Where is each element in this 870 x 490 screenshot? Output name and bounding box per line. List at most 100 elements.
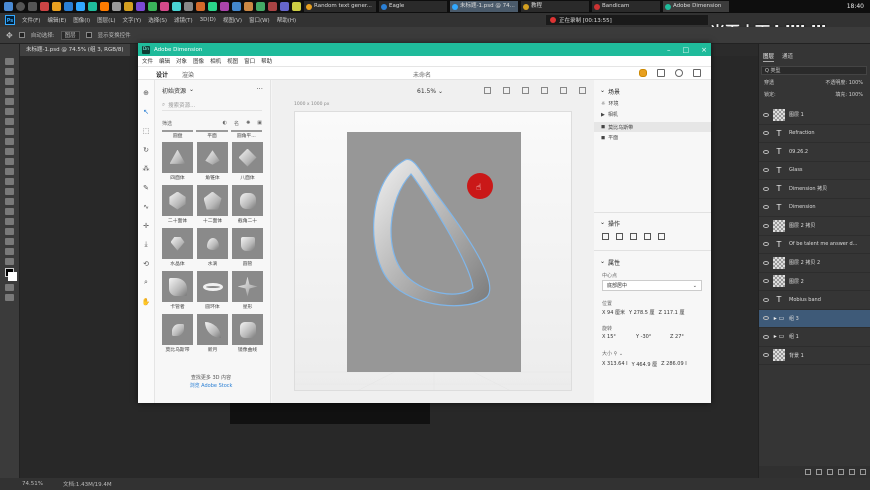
dodge-tool[interactable] [5,188,14,195]
camera-orbit-icon[interactable]: ⟲ [142,259,151,268]
hand-tool[interactable] [5,238,14,245]
dimension-canvas[interactable]: ☝ [294,111,572,391]
eraser-tool[interactable] [5,158,14,165]
drop-to-ground-icon[interactable]: ⤓ [142,240,151,249]
add-mask-icon[interactable] [827,469,833,475]
visibility-eye-icon[interactable] [763,297,769,302]
visibility-eye-icon[interactable] [763,205,769,210]
asset-tile[interactable]: 四面体 [162,142,193,182]
lasso-tool[interactable] [5,78,14,85]
close-icon[interactable]: × [701,46,707,54]
app-icon-9[interactable] [136,2,145,11]
visibility-eye-icon[interactable] [763,223,769,228]
screen-mode-icon[interactable] [5,294,14,301]
minimize-icon[interactable]: – [667,46,671,54]
app-icon-21[interactable] [280,2,289,11]
move-icon[interactable]: ✛ [142,221,151,230]
dn-menu-window[interactable]: 窗口 [244,57,255,65]
position-z[interactable]: Z 117.1 厘 [659,309,685,316]
rotation-y[interactable]: Y -30° [636,334,666,340]
maximize-icon[interactable]: □ [683,46,690,54]
asset-tile[interactable]: 十二面体 [197,185,228,225]
record-icon[interactable] [550,17,556,23]
align-icon[interactable] [503,87,510,94]
asset-tile[interactable]: 水晶体 [162,228,193,268]
show-transform-checkbox[interactable] [85,32,92,38]
more-options-icon[interactable]: ··· [256,85,263,93]
visibility-eye-icon[interactable] [763,279,769,284]
ps-menu-filter[interactable]: 滤镜(T) [174,16,193,24]
pen-tool[interactable] [5,198,14,205]
app-icon-5[interactable] [88,2,97,11]
app-icon-3[interactable] [64,2,73,11]
system-clock[interactable]: 18:40 [847,0,864,13]
taskbar-task-random-text[interactable]: Random text gener... [304,1,376,12]
visibility-eye-icon[interactable] [763,112,769,117]
scene-item-environment[interactable]: ☼ 环境 [601,100,619,108]
orbit-icon[interactable]: ↻ [142,145,151,154]
taskbar-task-tutorial[interactable]: 教程 [521,1,589,12]
position-y[interactable]: Y 278.5 厘 [629,309,655,316]
ps-menu-view[interactable]: 视图(V) [223,16,242,24]
scene-item-mobius[interactable]: ◼ 莫比乌斯带 [594,122,711,132]
app-icon-1[interactable] [40,2,49,11]
app-icon-16[interactable] [220,2,229,11]
eyedropper-tool[interactable] [5,108,14,115]
app-icon-2[interactable] [52,2,61,11]
filter-3d-icon[interactable]: ◐ [223,120,227,127]
app-icon-20[interactable] [268,2,277,11]
asset-tile[interactable]: 二十面体 [162,185,193,225]
size-z[interactable]: Z 286.09 I [661,361,687,368]
asset-rounded-plane[interactable]: 圆角平... [230,130,262,140]
browse-adobe-stock-link[interactable]: 浏览 Adobe Stock [190,382,233,389]
zoom-tool[interactable] [5,248,14,255]
asset-tile[interactable]: 卡管者 [162,271,193,311]
redo-icon[interactable] [541,87,548,94]
layer-row[interactable]: T Refraction [759,125,870,143]
app-icon-13[interactable] [184,2,193,11]
duplicate-icon[interactable] [616,233,623,240]
add-icon[interactable]: ⊕ [142,88,151,97]
layer-row[interactable]: 图层 2 [759,273,870,291]
layer-row[interactable]: T Mobius band [759,291,870,310]
opacity-field[interactable]: 100% [849,80,863,86]
snap-icon[interactable] [484,87,491,94]
crop-tool[interactable] [5,98,14,105]
auto-select-target-dropdown[interactable]: 图层 [60,30,80,40]
quick-mask-icon[interactable] [5,284,14,291]
reset-view-icon[interactable] [560,87,567,94]
save-asset-icon[interactable] [658,233,665,240]
magic-select-icon[interactable]: ⬚ [142,126,151,135]
edit-toolbar-icon[interactable] [5,258,14,265]
stamp-tool[interactable] [5,138,14,145]
taskbar-task-photoshop[interactable]: 未标题-1.psd @ 74... [450,1,518,12]
tab-channels[interactable]: 通道 [782,52,793,62]
app-icon-6[interactable] [100,2,109,11]
ps-menu-type[interactable]: 文字(Y) [123,16,142,24]
assets-header[interactable]: 初始资源 ⌄ [162,86,194,95]
group-icon[interactable] [630,233,637,240]
task-view-icon[interactable] [28,2,37,11]
visibility-eye-icon[interactable] [763,242,769,247]
ps-menu-select[interactable]: 选择(S) [148,16,167,24]
ps-menu-3d[interactable]: 3D(D) [200,17,216,23]
asset-tile[interactable]: 星形 [232,271,263,311]
asset-tile[interactable]: 截角二十 [232,185,263,225]
auto-select-checkbox[interactable] [18,32,25,38]
chevron-down-icon[interactable]: ⌄ [619,351,623,357]
feedback-icon[interactable] [693,69,701,77]
layer-row[interactable]: 背景 1 [759,347,870,365]
fill-field[interactable]: 100% [849,92,863,98]
app-icon-19[interactable] [256,2,265,11]
assets-search[interactable]: ⌕ 搜索资源... [162,100,262,111]
marquee-tool[interactable] [5,68,14,75]
gradient-tool[interactable] [5,168,14,175]
ps-zoom-level[interactable]: 74.51% [22,481,43,487]
layer-row[interactable]: T 09.26.2 [759,143,870,162]
ps-menu-image[interactable]: 图像(I) [73,16,90,24]
tab-layers[interactable]: 图层 [763,52,775,62]
history-brush-tool[interactable] [5,148,14,155]
layer-row[interactable]: T Dimension 拷贝 [759,180,870,199]
app-icon-4[interactable] [76,2,85,11]
ps-menu-file[interactable]: 文件(F) [22,16,40,24]
